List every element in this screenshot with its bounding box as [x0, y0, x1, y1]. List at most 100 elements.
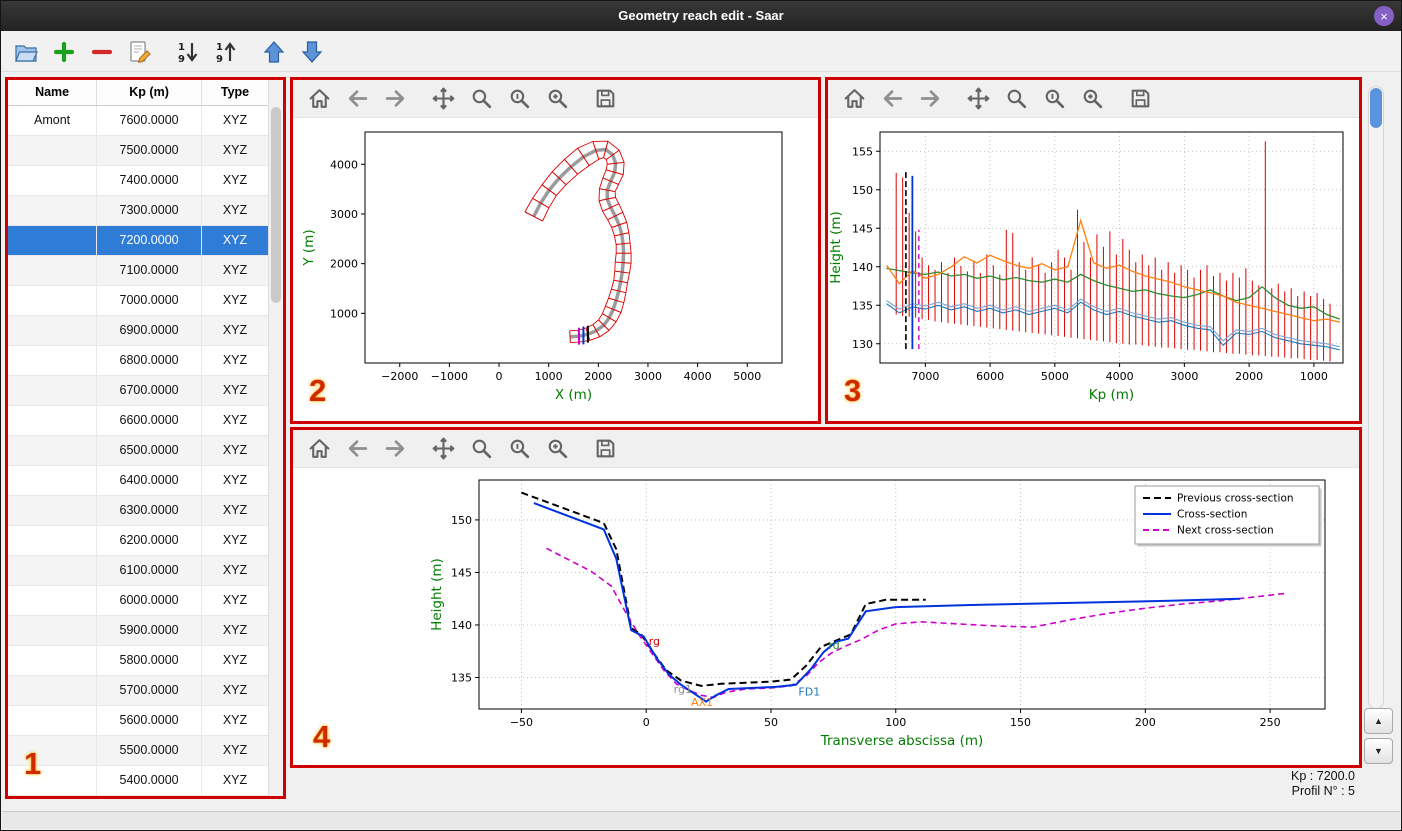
- cell-kp: 7500.0000: [96, 135, 202, 166]
- back-icon: [345, 436, 370, 461]
- forward-button[interactable]: [381, 84, 410, 113]
- home-button[interactable]: [840, 84, 869, 113]
- table-row[interactable]: 6600.0000 XYZ: [8, 405, 268, 436]
- cell-kp: 5900.0000: [96, 615, 202, 646]
- col-header-name[interactable]: Name: [8, 80, 98, 106]
- remove-profile-icon: [89, 39, 115, 65]
- table-row[interactable]: 6400.0000 XYZ: [8, 465, 268, 496]
- table-row[interactable]: 7300.0000 XYZ: [8, 195, 268, 226]
- svg-text:4000: 4000: [1106, 370, 1134, 383]
- window-scrollbar-thumb[interactable]: [1370, 88, 1382, 128]
- plan-view-chart[interactable]: −2000 −1000 0 1000 2000 3000 4000 5000 1000 2000 3…: [293, 118, 818, 421]
- zoom-button[interactable]: [467, 84, 496, 113]
- table-row[interactable]: 6700.0000 XYZ: [8, 375, 268, 406]
- table-scrollbar-thumb[interactable]: [271, 107, 281, 303]
- back-button[interactable]: [878, 84, 907, 113]
- open-file-button[interactable]: [11, 37, 41, 67]
- cell-kp: 5600.0000: [96, 705, 202, 736]
- table-row[interactable]: 5500.0000 XYZ: [8, 735, 268, 766]
- cell-name: [8, 705, 98, 736]
- table-row[interactable]: 5600.0000 XYZ: [8, 705, 268, 736]
- table-scrollbar[interactable]: [268, 80, 283, 796]
- svg-text:Next cross-section: Next cross-section: [1177, 525, 1274, 537]
- move-up-button[interactable]: [259, 37, 289, 67]
- svg-text:FD1: FD1: [798, 685, 820, 698]
- svg-text:0: 0: [643, 716, 650, 729]
- table-row[interactable]: 6100.0000 XYZ: [8, 555, 268, 586]
- cell-name: [8, 285, 98, 316]
- zoom-button[interactable]: [467, 434, 496, 463]
- titlebar[interactable]: Geometry reach edit - Saar ×: [1, 1, 1401, 31]
- table-row[interactable]: 6500.0000 XYZ: [8, 435, 268, 466]
- svg-text:3000: 3000: [330, 208, 358, 221]
- svg-text:1000: 1000: [1300, 370, 1328, 383]
- col-header-type[interactable]: Type: [201, 80, 268, 106]
- cell-kp: 6200.0000: [96, 525, 202, 556]
- pan-button[interactable]: [964, 84, 993, 113]
- zoom-button[interactable]: [1002, 84, 1031, 113]
- customize-button[interactable]: [1078, 84, 1107, 113]
- table-row[interactable]: 6000.0000 XYZ: [8, 585, 268, 616]
- forward-button[interactable]: [381, 434, 410, 463]
- cell-name: [8, 615, 98, 646]
- table-row[interactable]: 6900.0000 XYZ: [8, 315, 268, 346]
- table-row[interactable]: Amont 7600.0000 XYZ: [8, 105, 268, 136]
- cross-section-chart[interactable]: −50 0 50 100 150 200 250 135 140 145 150 Transverse…: [293, 468, 1359, 765]
- svg-text:9: 9: [178, 54, 185, 65]
- back-button[interactable]: [343, 84, 372, 113]
- table-row[interactable]: 6800.0000 XYZ: [8, 345, 268, 376]
- pan-button[interactable]: [429, 84, 458, 113]
- table-row[interactable]: 5900.0000 XYZ: [8, 615, 268, 646]
- customize-button[interactable]: [543, 434, 572, 463]
- table-row[interactable]: 5400.0000 XYZ: [8, 765, 268, 796]
- move-down-button[interactable]: [297, 37, 327, 67]
- edit-profile-button[interactable]: [125, 37, 155, 67]
- subplots-button[interactable]: [1040, 84, 1069, 113]
- profile-down-button[interactable]: ▼: [1364, 738, 1393, 764]
- cell-kp: 5800.0000: [96, 645, 202, 676]
- save-button[interactable]: [591, 84, 620, 113]
- longitudinal-profile-chart[interactable]: 7000 6000 5000 4000 3000 2000 1000 130 135 140 145…: [828, 118, 1359, 421]
- table-row[interactable]: 5700.0000 XYZ: [8, 675, 268, 706]
- edit-profile-icon: [127, 39, 153, 65]
- home-button[interactable]: [305, 434, 334, 463]
- sort-descending-icon: 19: [213, 39, 239, 65]
- cell-type: XYZ: [201, 525, 268, 556]
- svg-text:3000: 3000: [634, 370, 662, 383]
- cell-type: XYZ: [201, 555, 268, 586]
- table-row[interactable]: 7400.0000 XYZ: [8, 165, 268, 196]
- pan-button[interactable]: [429, 434, 458, 463]
- cell-name: [8, 525, 98, 556]
- add-profile-button[interactable]: [49, 37, 79, 67]
- svg-text:2000: 2000: [1235, 370, 1263, 383]
- window-vertical-scrollbar[interactable]: [1368, 86, 1384, 709]
- forward-icon: [918, 86, 943, 111]
- table-row[interactable]: 5800.0000 XYZ: [8, 645, 268, 676]
- table-row[interactable]: 6300.0000 XYZ: [8, 495, 268, 526]
- cell-kp: 6100.0000: [96, 555, 202, 586]
- cell-kp: 5400.0000: [96, 765, 202, 796]
- cell-name: [8, 765, 98, 796]
- cell-name: [8, 225, 98, 256]
- table-row[interactable]: 7500.0000 XYZ: [8, 135, 268, 166]
- table-row[interactable]: 6200.0000 XYZ: [8, 525, 268, 556]
- save-button[interactable]: [1126, 84, 1155, 113]
- customize-button[interactable]: [543, 84, 572, 113]
- table-row[interactable]: 7200.0000 XYZ: [8, 225, 268, 256]
- sort-descending-button[interactable]: 19: [211, 37, 241, 67]
- open-file-icon: [13, 39, 39, 65]
- table-row[interactable]: 7100.0000 XYZ: [8, 255, 268, 286]
- profile-up-button[interactable]: ▲: [1364, 708, 1393, 734]
- remove-profile-button[interactable]: [87, 37, 117, 67]
- table-row[interactable]: 7000.0000 XYZ: [8, 285, 268, 316]
- forward-button[interactable]: [916, 84, 945, 113]
- subplots-button[interactable]: [505, 434, 534, 463]
- home-button[interactable]: [305, 84, 334, 113]
- close-button[interactable]: ×: [1374, 6, 1394, 26]
- back-button[interactable]: [343, 434, 372, 463]
- subplots-button[interactable]: [505, 84, 534, 113]
- save-button[interactable]: [591, 434, 620, 463]
- sort-ascending-button[interactable]: 19: [173, 37, 203, 67]
- cell-type: XYZ: [201, 105, 268, 136]
- col-header-kp[interactable]: Kp (m): [96, 80, 202, 106]
